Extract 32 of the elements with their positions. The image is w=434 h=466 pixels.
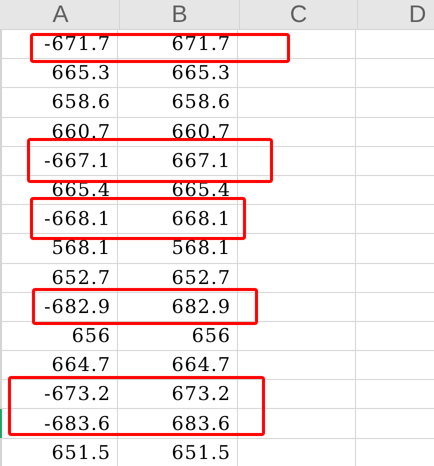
table-cell: 682.9: [172, 296, 231, 318]
table-cell: -673.2: [44, 383, 111, 406]
table-cell: 658.6: [52, 91, 111, 114]
table-cell: 658.6: [172, 91, 231, 114]
table-cell: 656: [72, 324, 111, 347]
table-cell: 568.1: [172, 237, 231, 260]
table-cell: 683.6: [172, 412, 231, 435]
table-cell: 673.2: [172, 383, 231, 406]
column-header[interactable]: B: [120, 0, 240, 29]
table-cell: 664.7: [172, 354, 231, 376]
table-cell: -671.7: [44, 33, 111, 56]
table-cell: 651.5: [52, 442, 111, 464]
table-cell: 671.7: [172, 33, 231, 56]
table-cell: -668.1: [44, 208, 111, 230]
column-header[interactable]: A: [2, 0, 120, 29]
table-cell: 665.3: [172, 62, 231, 84]
table-cell: 668.1: [172, 208, 231, 230]
table-cell: 651.5: [172, 442, 231, 464]
table-cell: 665.3: [52, 62, 111, 84]
table-cell: 652.7: [172, 266, 231, 289]
table-cell: 656: [192, 324, 231, 347]
table-cell: -667.1: [44, 150, 111, 172]
column-header[interactable]: D: [358, 0, 434, 29]
table-cell: 568.1: [52, 237, 111, 260]
table-cell: 660.7: [52, 120, 111, 143]
table-cell: -682.9: [44, 296, 111, 318]
column-header[interactable]: C: [240, 0, 358, 29]
table-cell: 652.7: [52, 266, 111, 289]
table-cell: -683.6: [44, 412, 111, 435]
table-cell: 664.7: [52, 354, 111, 376]
table-cell: 667.1: [172, 150, 231, 172]
table-cell: 660.7: [172, 120, 231, 143]
